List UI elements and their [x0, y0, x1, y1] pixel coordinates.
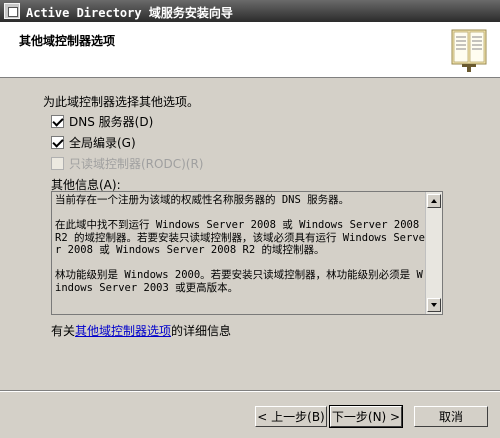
- dns-server-checkbox[interactable]: [51, 114, 64, 128]
- vertical-scrollbar[interactable]: [425, 192, 442, 314]
- intro-text: 为此域控制器选择其他选项。: [43, 95, 200, 109]
- scroll-up-button[interactable]: [427, 194, 441, 208]
- cancel-button[interactable]: 取消: [414, 406, 488, 427]
- rodc-option: 只读域控制器(RODC)(R): [51, 155, 203, 171]
- arrow-down-icon: [431, 303, 437, 307]
- book-icon: [451, 29, 487, 72]
- global-catalog-checkbox[interactable]: [51, 135, 64, 149]
- window-title: Active Directory 域服务安装向导: [26, 6, 233, 20]
- wizard-header: 其他域控制器选项: [0, 22, 500, 78]
- arrow-up-icon: [431, 199, 437, 203]
- global-catalog-option[interactable]: 全局编录(G): [51, 134, 136, 150]
- title-bar: Active Directory 域服务安装向导: [0, 0, 500, 22]
- more-info-line: 有关其他域控制器选项的详细信息: [51, 322, 231, 339]
- more-info-suffix: 的详细信息: [171, 324, 232, 338]
- more-info-link[interactable]: 其他域控制器选项: [75, 324, 171, 338]
- additional-info-textbox[interactable]: 当前存在一个注册为该域的权威性名称服务器的 DNS 服务器。 在此域中找不到运行…: [51, 191, 443, 315]
- global-catalog-label: 全局编录(G): [69, 135, 136, 150]
- dns-server-label: DNS 服务器(D): [69, 114, 154, 129]
- dns-server-option[interactable]: DNS 服务器(D): [51, 113, 153, 129]
- scroll-down-button[interactable]: [427, 298, 441, 312]
- next-button[interactable]: 下一步(N) >: [329, 405, 403, 428]
- footer-separator: [0, 390, 500, 392]
- rodc-checkbox: [51, 156, 64, 170]
- window-icon[interactable]: [4, 3, 20, 19]
- page-title: 其他域控制器选项: [19, 34, 116, 48]
- additional-info-text: 当前存在一个注册为该域的权威性名称服务器的 DNS 服务器。 在此域中找不到运行…: [55, 194, 425, 294]
- more-info-prefix: 有关: [51, 324, 76, 338]
- back-button[interactable]: < 上一步(B): [255, 406, 327, 427]
- rodc-label: 只读域控制器(RODC)(R): [69, 156, 204, 171]
